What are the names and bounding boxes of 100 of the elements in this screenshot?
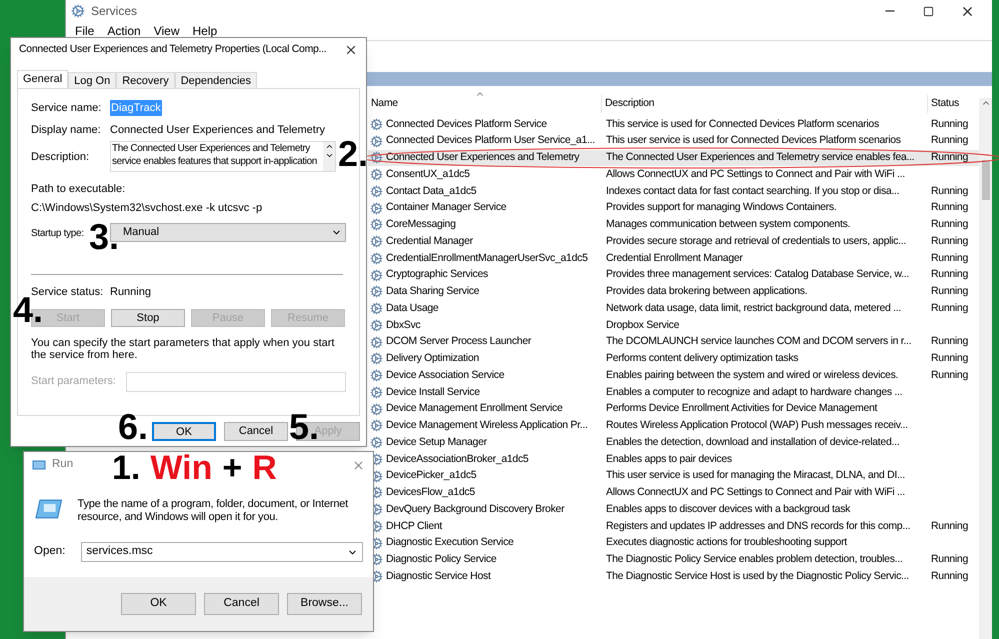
service-row[interactable]: CredentialEnrollmentManagerUserSvc_a1dc5 Credential Enrollment Manager Running (368, 250, 979, 267)
tab[interactable]: Log On (68, 72, 116, 88)
scroll-down-icon[interactable] (324, 151, 334, 160)
gear-icon (370, 318, 383, 332)
service-row[interactable]: Device Setup Manager Enables the detection, download and installation of device-related... (368, 434, 979, 451)
scroll-up-icon[interactable] (324, 142, 334, 151)
service-control-button[interactable]: Stop (111, 308, 185, 326)
service-row[interactable]: Data Usage Network data usage, data limit, restrict background data, metered ... Running (368, 300, 979, 317)
service-description: Registers and updates IP addresses and DNS records for this comp... (605, 518, 912, 534)
service-row[interactable]: Container Manager Service Provides support for managing Windows Containers. Running (368, 200, 979, 216)
service-name: Data Usage (386, 300, 438, 316)
gear-icon (370, 202, 383, 215)
menu-item[interactable]: View (154, 22, 180, 40)
run-icon (34, 498, 64, 520)
cancel-button[interactable]: Cancel (204, 593, 279, 615)
tab[interactable]: Recovery (116, 72, 175, 88)
service-status: Running (930, 133, 970, 148)
gear-icon (370, 402, 383, 416)
service-name: Device Setup Manager (386, 434, 487, 450)
description-field[interactable]: The Connected User Experiences and Telemetry service enables features that support in-application (110, 141, 336, 172)
service-description: Network data usage, data limit, restrict background data, metered ... (605, 300, 902, 316)
service-row[interactable]: Data Sharing Service Provides data brokering between applications. Running (368, 284, 979, 300)
menu-item[interactable]: Help (192, 22, 218, 40)
service-status: Running (930, 552, 970, 567)
scrollbar-thumb[interactable] (982, 160, 990, 200)
service-description: Manages communication between system components. (605, 217, 852, 232)
shortcut-text: 1. (112, 451, 140, 485)
startup-type-dropdown[interactable]: Manual (110, 223, 346, 242)
cancel-button[interactable]: Cancel (224, 422, 288, 441)
service-description: This service is used for Connected Devices Platform scenarios (605, 116, 880, 132)
service-description: This user service is used for Connected Devices Platform scenarios (605, 133, 902, 148)
service-name: Device Association Service (386, 368, 504, 383)
service-status: Running (930, 217, 970, 232)
menu-item[interactable]: Action (107, 22, 141, 40)
ok-button[interactable]: OK (121, 593, 196, 615)
service-row[interactable]: Contact Data_a1dc5 Indexes contact data for fast contact searching. If you stop or disa... Running (368, 183, 979, 200)
service-name: Data Sharing Service (386, 284, 480, 299)
service-row[interactable]: Device Association Service Enables pairing between the system and wired or wireless devices. Running (368, 367, 979, 384)
close-icon[interactable] (344, 43, 358, 57)
gear-icon (370, 134, 383, 148)
service-description: Credential Enrollment Manager (605, 250, 744, 266)
service-row[interactable]: Device Management Wireless Application Pr... Routes Wireless Application Protocol (WAP) Push messages receiv... (368, 418, 979, 434)
service-description: Executes diagnostic actions for troubleshooting support (605, 535, 848, 550)
open-field[interactable]: services.msc (81, 542, 363, 562)
maximize-icon[interactable] (923, 6, 934, 16)
service-row[interactable]: Connected User Experiences and Telemetry The Connected User Experiences and Telemetry service enables fea... Running (368, 150, 979, 166)
gear-icon (370, 386, 383, 399)
menu-item[interactable]: File (75, 22, 94, 40)
service-status: Running (930, 184, 970, 198)
service-row[interactable]: Delivery Optimization Performs content delivery optimization tasks Running (368, 350, 979, 368)
service-name: DCOM Server Process Launcher (386, 334, 532, 350)
service-name: Diagnostic Execution Service (386, 535, 514, 550)
hint-text: You can specify the start parameters that apply when you start the service from here. (31, 336, 336, 360)
gear-icon (370, 118, 383, 131)
scrollbar[interactable] (979, 98, 992, 639)
service-name: DevQuery Background Discovery Broker (386, 502, 564, 517)
service-row[interactable]: Device Install Service Enables a computer to recognize and adapt to hardware changes ... (368, 384, 979, 401)
service-status: Running (930, 267, 970, 282)
service-row[interactable]: Connected Devices Platform User Service_a1... This user service is used for Connected Devices Platform scenarios Running (368, 132, 979, 150)
service-description: The DCOMLAUNCH service launches COM and DCOM servers in r... (605, 334, 912, 350)
service-description: Enables apps to pair devices (605, 452, 733, 466)
service-status: Running (930, 284, 970, 299)
service-row[interactable]: Credential Manager Provides secure storage and retrieval of credentials to users, applic... Running (368, 233, 979, 250)
service-status: Running (930, 250, 970, 266)
service-status: Running (930, 116, 970, 132)
column-header[interactable]: Description (601, 95, 927, 113)
browse-button[interactable]: Browse... (287, 593, 362, 615)
service-name: DbxSvc (386, 318, 420, 332)
service-name: Device Management Enrollment Service (386, 401, 563, 416)
service-row[interactable]: Cryptographic Services Provides three management services: Catalog Database Service, w... Running (368, 266, 979, 284)
service-status: Running (930, 368, 970, 383)
service-status: Running (930, 334, 970, 350)
service-row[interactable]: Connected Devices Platform Service This service is used for Connected Devices Platform scenarios Running (368, 116, 979, 133)
field-label: Display name: (31, 122, 102, 138)
service-description: Allows ConnectUX and PC Settings to Connect and Pair with WiFi ... (605, 166, 906, 182)
service-row[interactable]: Device Management Enrollment Service Performs Device Enrollment Activities for Device Management (368, 400, 979, 418)
path-value: C:\Windows\System32\svchost.exe -k utcsvc -p (31, 200, 264, 216)
gear-icon (370, 302, 383, 316)
service-description: Enables a computer to recognize and adapt to hardware changes ... (605, 384, 904, 400)
tab[interactable]: General (17, 70, 68, 88)
ok-button[interactable]: OK (152, 422, 216, 441)
service-name: CredentialEnrollmentManagerUserSvc_a1dc5 (386, 250, 588, 266)
run-icon (32, 460, 46, 470)
service-status: Running (930, 234, 970, 249)
service-row[interactable]: DCOM Server Process Launcher The DCOMLAUNCH service launches COM and DCOM servers in r... Running (368, 334, 979, 350)
service-name: Connected User Experiences and Telemetry (386, 150, 580, 165)
gear-icon (370, 436, 383, 450)
service-row[interactable]: ConsentUX_a1dc5 Allows ConnectUX and PC Settings to Connect and Pair with WiFi ... (368, 166, 979, 183)
service-description: This user service is used for managing the Miracast, DLNA, and DI... (605, 468, 906, 484)
gear-icon (370, 419, 383, 432)
service-row[interactable]: CoreMessaging Manages communication between system components. Running (368, 216, 979, 234)
service-description: The Connected User Experiences and Telemetry service enables fea... (605, 150, 916, 165)
step-number: 2. (338, 136, 368, 172)
service-row[interactable]: DbxSvc Dropbox Service (368, 317, 979, 334)
tab[interactable]: Dependencies (174, 72, 258, 88)
shortcut-text: Win (150, 451, 212, 485)
gear-icon (370, 252, 383, 265)
service-name: Credential Manager (386, 234, 473, 249)
column-header[interactable]: Name (368, 95, 601, 113)
service-name: Device Management Wireless Application Pr... (386, 418, 588, 433)
